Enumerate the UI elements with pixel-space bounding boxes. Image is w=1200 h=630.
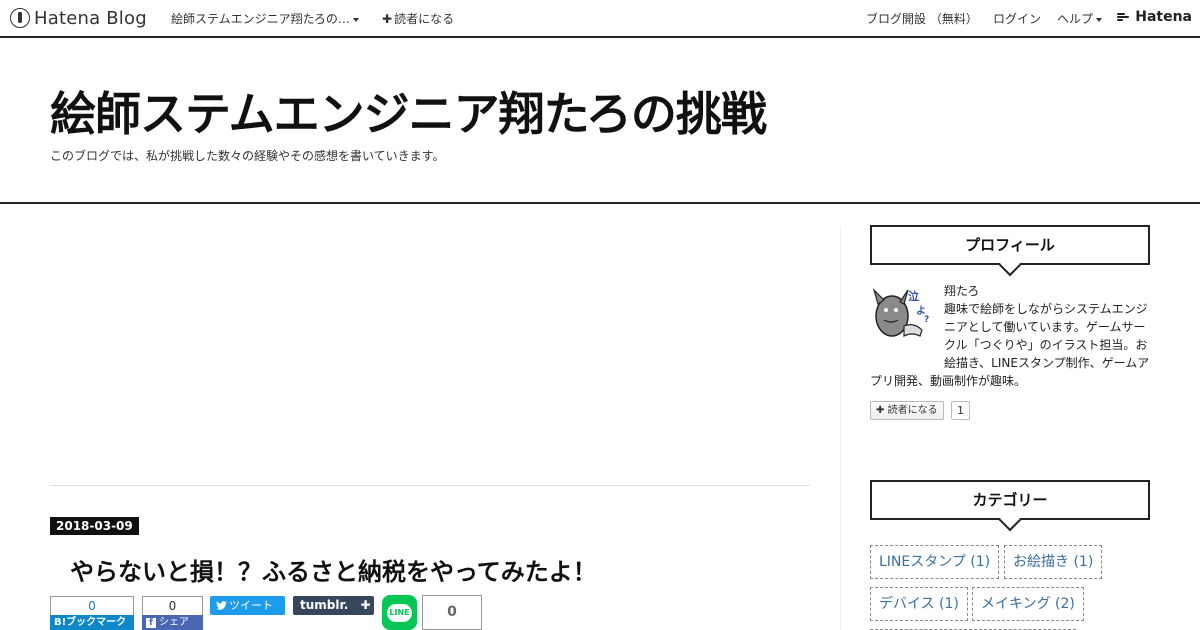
hatena-menu[interactable]: Hatena xyxy=(1117,9,1192,25)
header-subscribe-button[interactable]: ✚ 読者になる xyxy=(382,10,454,27)
facebook-share-label: シェア xyxy=(159,617,189,628)
hatena-label: Hatena xyxy=(1135,9,1192,25)
profile-subscribe-label: 読者になる xyxy=(887,405,938,416)
chevron-down-icon xyxy=(1096,17,1103,22)
category-tag[interactable]: メイキング (2) xyxy=(972,587,1084,621)
subscriber-count[interactable]: 1 xyxy=(951,401,970,420)
blog-header: 絵師ステムエンジニア翔たろの挑戦 このブログでは、私が挑戦した数々の経験やその感… xyxy=(0,38,1200,204)
hatena-blog-logo[interactable]: Hatena Blog xyxy=(10,7,147,29)
blog-menu-dropdown[interactable]: 絵師ステムエンジニア翔たろの… xyxy=(171,10,359,27)
help-dropdown[interactable]: ヘルプ xyxy=(1057,10,1103,27)
entry-date[interactable]: 2018-03-09 xyxy=(50,517,139,535)
blog-description: このブログでは、私が挑戦した数々の経験やその感想を書いていきます。 xyxy=(50,149,445,163)
global-header: Hatena Blog 絵師ステムエンジニア翔たろの… ✚ 読者になる ブログ開設… xyxy=(0,0,1200,38)
logo-text: Hatena Blog xyxy=(34,7,147,29)
twitter-bird-icon xyxy=(216,601,227,610)
profile-bio: 趣味で絵師をしながらシステムエンジニアとして働いています。ゲームサークル「つぐり… xyxy=(870,300,1150,390)
login-link[interactable]: ログイン xyxy=(993,10,1041,27)
category-tag[interactable]: LINEスタンプ (1) xyxy=(870,545,1000,579)
blog-menu-label: 絵師ステムエンジニア翔たろの… xyxy=(171,12,350,26)
twitter-tweet-label: ツイート xyxy=(229,599,273,612)
line-icon: LINE xyxy=(387,603,412,622)
plus-icon: ✚ xyxy=(382,12,393,26)
category-tag[interactable]: お絵描き (1) xyxy=(1004,545,1103,579)
profile-widget-title: プロフィール xyxy=(870,225,1150,265)
tumblr-share-button[interactable]: tumblr. ✚ xyxy=(293,596,374,615)
plus-icon: ✚ xyxy=(360,598,371,612)
hatena-blog-logo-icon xyxy=(10,8,30,28)
hatena-bookmark-count[interactable]: 0 xyxy=(50,596,134,616)
blog-title[interactable]: 絵師ステムエンジニア翔たろの挑戦 xyxy=(50,78,767,144)
profile-bio-content: 趣味で絵師をしながらシステムエンジニアとして働いています。ゲームサークル「つぐり… xyxy=(870,302,1150,388)
pocket-count: 0 xyxy=(422,595,482,630)
tumblr-label: tumblr. xyxy=(300,598,349,612)
hatena-bookmark-button[interactable]: B!ブックマーク xyxy=(50,615,134,630)
category-tag[interactable]: デバイス (1) xyxy=(870,587,968,621)
plus-icon: ✚ xyxy=(876,405,885,416)
profile-bio-text: 趣味で絵師をしながらシステムエンジニアとして働いています。ゲームサークル「つぐり… xyxy=(870,300,1150,390)
entry-title[interactable]: やらないと損！？ふるさと納税をやってみたよ！ xyxy=(70,552,597,587)
twitter-tweet-button[interactable]: ツイート xyxy=(210,596,285,615)
hatena-icon xyxy=(1117,12,1131,22)
open-blog-link[interactable]: ブログ開設 （無料） xyxy=(866,10,978,27)
profile-subscribe-button[interactable]: ✚ 読者になる xyxy=(870,401,944,420)
facebook-icon: f xyxy=(146,618,156,628)
facebook-share-count: 0 xyxy=(142,596,203,616)
help-label: ヘルプ xyxy=(1057,12,1094,26)
profile-name[interactable]: 翔たろ xyxy=(944,282,979,299)
header-subscribe-label: 読者になる xyxy=(394,12,455,26)
line-share-button[interactable]: LINE xyxy=(382,595,417,630)
sidebar-divider xyxy=(840,226,841,630)
chevron-down-icon xyxy=(352,17,359,22)
entry-divider xyxy=(50,485,810,486)
category-widget-title: カテゴリー xyxy=(870,480,1150,520)
facebook-share-button[interactable]: f シェア xyxy=(142,615,203,630)
